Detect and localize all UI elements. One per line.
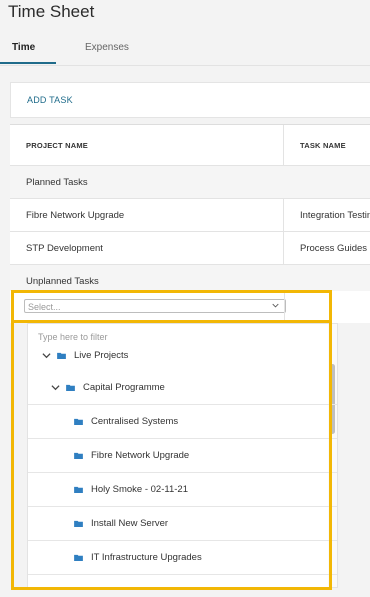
project-dropdown[interactable]: Type here to filter Live Projects Capita…: [27, 323, 338, 588]
task-cell-empty[interactable]: [284, 291, 370, 323]
chevron-down-icon[interactable]: [42, 351, 51, 360]
select-placeholder: Select...: [28, 302, 61, 312]
tree-item-it-infrastructure-upgrades[interactable]: IT Infrastructure Upgrades: [28, 540, 337, 575]
table-row[interactable]: STP Development Process Guides: [10, 232, 370, 265]
task-name-cell: Process Guides: [300, 242, 368, 254]
tree-item-label: IT Infrastructure Upgrades: [91, 551, 202, 563]
tree-item-label: Live Projects: [74, 349, 129, 361]
group-row-planned: Planned Tasks: [10, 166, 370, 199]
chevron-down-icon[interactable]: [272, 302, 279, 309]
folder-icon: [57, 352, 66, 359]
group-label: Planned Tasks: [26, 176, 88, 188]
timesheet-table: PROJECT NAME TASK NAME Planned Tasks Fib…: [10, 124, 370, 298]
folder-icon: [74, 520, 83, 527]
tree-item-label: Fibre Network Upgrade: [91, 449, 190, 461]
tree-item-label: Holy Smoke - 02-11-21: [91, 483, 188, 495]
tab-bar: Time Expenses: [0, 32, 370, 66]
project-name-cell: Fibre Network Upgrade: [10, 199, 284, 231]
action-bar: ADD TASK: [10, 82, 370, 118]
column-header-project-name[interactable]: PROJECT NAME: [10, 125, 284, 165]
chevron-down-icon[interactable]: [51, 383, 60, 392]
folder-icon: [74, 452, 83, 459]
project-name-cell: STP Development: [10, 232, 284, 264]
page-title: Time Sheet: [8, 2, 95, 21]
tab-expenses[interactable]: Expenses: [85, 42, 129, 53]
column-header-task-name[interactable]: TASK NAME: [284, 125, 370, 165]
tree-item-live-projects[interactable]: Live Projects: [28, 338, 337, 372]
tree-item-label: Install New Server: [91, 517, 169, 529]
tree-item-capital-programme[interactable]: Capital Programme: [28, 370, 337, 405]
tree-item-label: Centralised Systems: [91, 415, 179, 427]
tree-item-holy-smoke[interactable]: Holy Smoke - 02-11-21: [28, 472, 337, 507]
tree-item-fibre-network-upgrade[interactable]: Fibre Network Upgrade: [28, 438, 337, 473]
task-name-cell: Integration Testing: [300, 209, 370, 221]
active-tab-indicator: [0, 62, 56, 64]
table-header-row: PROJECT NAME TASK NAME: [10, 125, 370, 166]
table-row[interactable]: Fibre Network Upgrade Integration Testin…: [10, 199, 370, 232]
tree-item-label: Capital Programme: [83, 381, 165, 393]
folder-icon: [74, 554, 83, 561]
new-task-row: Select...: [10, 291, 370, 323]
tree-item-install-new-server[interactable]: Install New Server: [28, 506, 337, 541]
tab-time[interactable]: Time: [12, 42, 35, 53]
folder-icon: [74, 486, 83, 493]
add-task-button[interactable]: ADD TASK: [27, 95, 73, 105]
tree-item-centralised-systems[interactable]: Centralised Systems: [28, 404, 337, 439]
folder-icon: [74, 418, 83, 425]
folder-icon: [66, 384, 75, 391]
project-select[interactable]: Select...: [24, 299, 286, 313]
